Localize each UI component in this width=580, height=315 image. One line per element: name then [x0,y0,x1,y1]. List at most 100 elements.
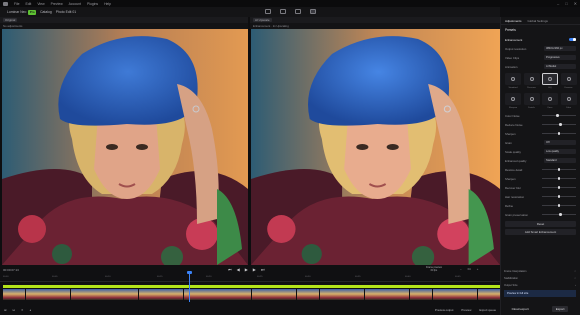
filmstrip[interactable] [3,289,500,300]
setting-dropdown[interactable]: Standard [544,158,576,163]
preview-output-button[interactable]: Preview output [435,308,454,312]
menu-edit[interactable]: Edit [25,2,31,6]
slider-thumb[interactable] [557,186,561,189]
setting-dropdown[interactable]: Low quality [544,149,576,154]
zoom-in-icon[interactable]: + [477,267,479,271]
bottom-actions: Preview output Preview Export queue [435,308,496,312]
portrait-image-enhanced [251,29,500,265]
output-row[interactable]: Output Size › [500,282,580,289]
close-icon[interactable]: ✕ [574,1,577,6]
export-queue-button[interactable]: Export queue [479,308,496,312]
timeline-ruler[interactable]: 00:00 00:05 00:10 00:15 00:20 00:25 00:3… [0,274,500,282]
setting-row: Scale quality Low quality [501,147,580,156]
playhead[interactable] [189,272,190,302]
slider-label: Sharpen [505,131,516,136]
compare-icon[interactable] [265,9,271,14]
model-button[interactable] [560,73,577,85]
model-button[interactable] [542,93,558,105]
slider-thumb[interactable] [557,132,561,135]
model-button[interactable] [505,73,521,85]
preview-full-row[interactable]: Preview in full size [504,290,576,297]
zoom-level[interactable]: Fit [468,267,471,271]
setting-dropdown[interactable]: Progressive [544,55,576,60]
playback-controls: ⏮ ◀ ▶ ▶ ⏭ [228,267,264,272]
menu-preview[interactable]: Preview [51,2,63,6]
add-enhancement-button[interactable]: Add Smart Enhancement [505,229,576,235]
slider[interactable] [542,114,576,117]
model-button[interactable] [560,93,577,105]
preview-enhanced[interactable] [251,29,500,265]
menu-view[interactable]: View [37,2,44,6]
output-row[interactable]: Stabilization ○ [500,275,580,282]
enhancement-toggle[interactable] [569,37,576,42]
slider[interactable] [542,168,576,171]
skip-forward-icon[interactable]: ⏭ [261,267,265,272]
preview-full-button[interactable]: Preview in full size [507,292,528,295]
slider-thumb[interactable] [557,195,561,198]
zoom-out-icon[interactable]: − [460,267,462,271]
slider-thumb[interactable] [555,114,559,117]
model-icon [548,97,552,101]
cloud-export-button[interactable]: Cloud export [512,307,529,311]
skip-back-icon[interactable]: ⏮ [228,267,232,272]
frame-preview[interactable]: Frame preview 60 fps [426,266,442,272]
menu-help[interactable]: Help [104,2,111,6]
slider[interactable] [542,123,576,126]
list-view-icon[interactable]: ⊟ [13,308,16,312]
slider[interactable] [542,204,576,207]
step-forward-icon[interactable]: ▶ [253,267,256,272]
setting-dropdown[interactable]: AI Model [544,64,576,69]
slider-thumb[interactable] [557,177,561,180]
reset-button[interactable]: Reset [505,221,576,227]
minimize-icon[interactable]: – [557,1,559,6]
before-after-icon[interactable] [280,9,286,14]
model-button-selected[interactable] [542,73,558,85]
slider-thumb[interactable] [559,213,562,216]
collapse-icon[interactable]: ◂ [30,308,32,312]
slider[interactable] [542,132,576,135]
tab-global-settings[interactable]: Global Settings [528,19,548,23]
preview-original[interactable] [2,29,248,265]
preview-button[interactable]: Preview [461,308,471,312]
grid-view-icon[interactable]: ⊞ [4,308,7,312]
tab-ai-upscale[interactable]: AI Upscale [253,17,272,23]
setting-dropdown[interactable]: 3840×2160 px [544,46,576,51]
menu-account[interactable]: Account [69,2,81,6]
step-back-icon[interactable]: ◀ [237,267,240,272]
model-button[interactable] [523,93,540,105]
catalog-button[interactable]: Catalog [40,10,52,14]
slider-thumb[interactable] [559,123,562,126]
model-button[interactable] [523,73,540,85]
slider[interactable] [542,177,576,180]
menu-file[interactable]: File [14,2,19,6]
toggle-off-icon[interactable]: ○ [574,270,576,273]
split-view-icon[interactable] [310,9,316,14]
setting-dropdown[interactable]: Off [544,140,576,145]
model-label: Standard [508,87,518,89]
slider-row: Sharpen [501,174,580,183]
output-row[interactable]: Frame Interpolation ○ [500,268,580,275]
menu-bar: File Edit View Preview Account Plugins H… [0,0,580,7]
play-icon[interactable]: ▶ [245,267,248,272]
model-icon [511,77,515,81]
output-label: Frame Interpolation [504,270,527,273]
fit-icon[interactable] [295,9,301,14]
slider-thumb[interactable] [557,168,561,171]
slider[interactable] [542,195,576,198]
slider-row: Restore detail [501,165,580,174]
maximize-icon[interactable]: □ [565,1,567,6]
tab-original[interactable]: Original [3,17,18,23]
remove-icon[interactable]: ✕ [21,308,24,312]
section-presets[interactable]: Presets [501,25,580,35]
slider[interactable] [542,186,576,189]
toggle-off-icon[interactable]: ○ [574,277,576,280]
slider-row: Reduce Noise [501,120,580,129]
slider-thumb[interactable] [557,204,561,207]
slider[interactable] [542,213,576,216]
tab-adjustments[interactable]: Adjustments [505,19,522,23]
model-button[interactable] [505,93,521,105]
menu-plugins[interactable]: Plugins [87,2,98,6]
export-button[interactable]: Export [551,305,569,312]
processed-range-bar[interactable] [3,285,500,288]
chevron-right-icon[interactable]: › [575,284,576,287]
